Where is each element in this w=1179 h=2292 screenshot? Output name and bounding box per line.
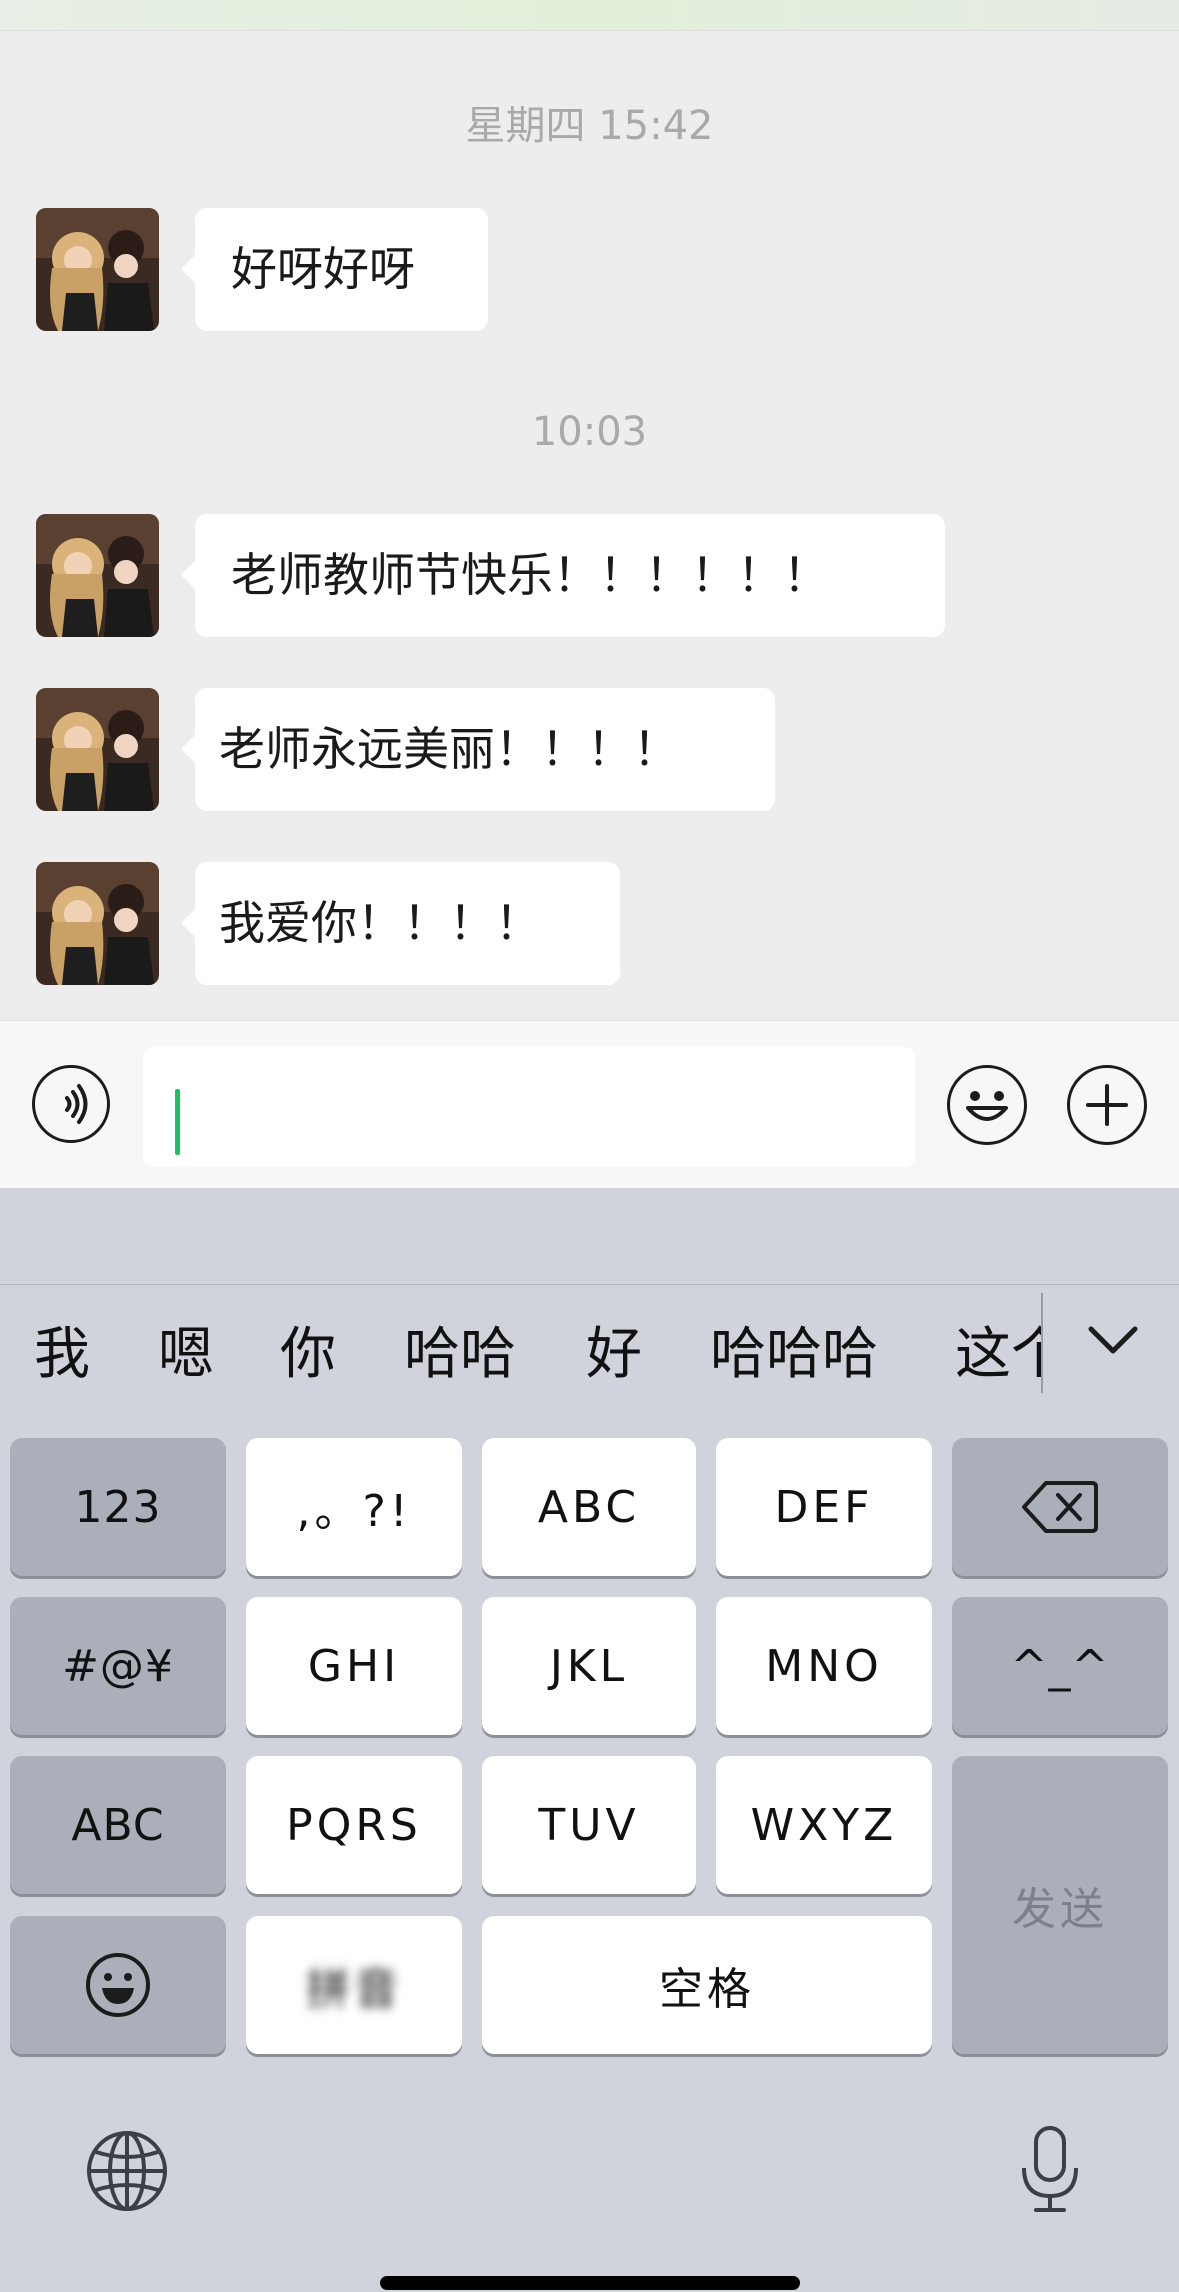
emoji-button[interactable] <box>947 1065 1027 1145</box>
key-pqrs[interactable]: PQRS <box>246 1756 462 1894</box>
key-label: 123 <box>74 1481 162 1533</box>
candidate-bar: 我 嗯 你 哈哈 好 哈哈哈 这个 <box>0 1284 1179 1437</box>
key-pinyin[interactable]: 拼音 <box>246 1916 462 2054</box>
key-jkl[interactable]: JKL <box>482 1597 696 1735</box>
home-indicator <box>380 2276 800 2290</box>
key-label: MNO <box>765 1640 883 1692</box>
key-label: PQRS <box>286 1799 422 1851</box>
candidate[interactable]: 你 <box>280 1315 336 1395</box>
plus-button[interactable] <box>1067 1065 1147 1145</box>
voice-button[interactable] <box>32 1065 110 1143</box>
key-emoticon[interactable]: ^_^ <box>952 1597 1168 1735</box>
key-label: ,。?! <box>296 1486 412 1537</box>
key-label: 发送 <box>1012 1884 1108 1935</box>
avatar[interactable] <box>36 862 159 985</box>
key-mno[interactable]: MNO <box>716 1597 932 1735</box>
delete-icon <box>1022 1481 1098 1533</box>
message-bubble[interactable]: 好呀好呀 <box>181 208 488 331</box>
key-symbols[interactable]: #@¥ <box>10 1597 226 1735</box>
key-punctuation[interactable]: ,。?! <box>246 1438 462 1576</box>
emoji-key-icon <box>86 1953 150 2017</box>
candidate[interactable]: 嗯 <box>158 1315 214 1395</box>
message-input[interactable] <box>143 1047 915 1167</box>
candidate[interactable]: 哈哈哈 <box>710 1315 878 1395</box>
timestamp: 星期四 15:42 <box>465 103 714 149</box>
key-abc-switch[interactable]: ABC <box>10 1756 226 1894</box>
key-def[interactable]: DEF <box>716 1438 932 1576</box>
send-key[interactable]: 发送 <box>952 1756 1168 2054</box>
space-key[interactable]: 空格 <box>482 1916 932 2054</box>
delete-key[interactable] <box>952 1438 1168 1576</box>
key-label: JKL <box>549 1640 629 1692</box>
key-label: ^_^ <box>1010 1640 1110 1692</box>
candidate[interactable]: 好 <box>586 1315 642 1395</box>
key-label: WXYZ <box>750 1799 898 1851</box>
plus-icon <box>1086 1084 1128 1126</box>
voice-icon <box>65 1084 88 1124</box>
text-caret <box>175 1089 180 1155</box>
input-bar <box>0 1020 1179 1189</box>
candidate[interactable]: 哈哈 <box>404 1315 516 1395</box>
emoji-icon <box>966 1091 1008 1121</box>
keyboard: 我 嗯 你 哈哈 好 哈哈哈 这个 123 ,。?! ABC DEF #@¥ G… <box>0 1188 1179 2292</box>
avatar[interactable] <box>36 688 159 811</box>
avatar[interactable] <box>36 514 159 637</box>
key-label: ABC <box>71 1799 165 1851</box>
chevron-down-icon[interactable] <box>1085 1321 1141 1361</box>
key-label: ABC <box>537 1481 641 1533</box>
key-label: #@¥ <box>62 1640 174 1692</box>
message-bubble[interactable]: 老师永远美丽！！！！ <box>181 688 775 811</box>
key-abc[interactable]: ABC <box>482 1438 696 1576</box>
message-bubble[interactable]: 老师教师节快乐！！！！！！ <box>181 514 945 637</box>
key-ghi[interactable]: GHI <box>246 1597 462 1735</box>
microphone-icon[interactable] <box>1018 2124 1082 2216</box>
candidate[interactable]: 这个 <box>955 1315 1041 1395</box>
timestamp: 10:03 <box>531 409 648 455</box>
key-label: TUV <box>538 1799 640 1851</box>
key-label: DEF <box>774 1481 874 1533</box>
key-tuv[interactable]: TUV <box>482 1756 696 1894</box>
key-wxyz[interactable]: WXYZ <box>716 1756 932 1894</box>
avatar[interactable] <box>36 208 159 331</box>
key-123[interactable]: 123 <box>10 1438 226 1576</box>
emoji-key[interactable] <box>10 1916 226 2054</box>
candidate-clip: 这个 <box>955 1285 1041 1435</box>
key-label: 空格 <box>659 1964 755 2015</box>
key-label: 拼音 <box>306 1964 402 2015</box>
globe-icon[interactable] <box>84 2128 170 2214</box>
key-label: GHI <box>307 1640 401 1692</box>
top-strip <box>0 0 1179 31</box>
candidate-divider <box>1041 1293 1043 1393</box>
message-bubble[interactable]: 我爱你！！！！ <box>181 862 620 985</box>
candidate[interactable]: 我 <box>34 1315 90 1395</box>
